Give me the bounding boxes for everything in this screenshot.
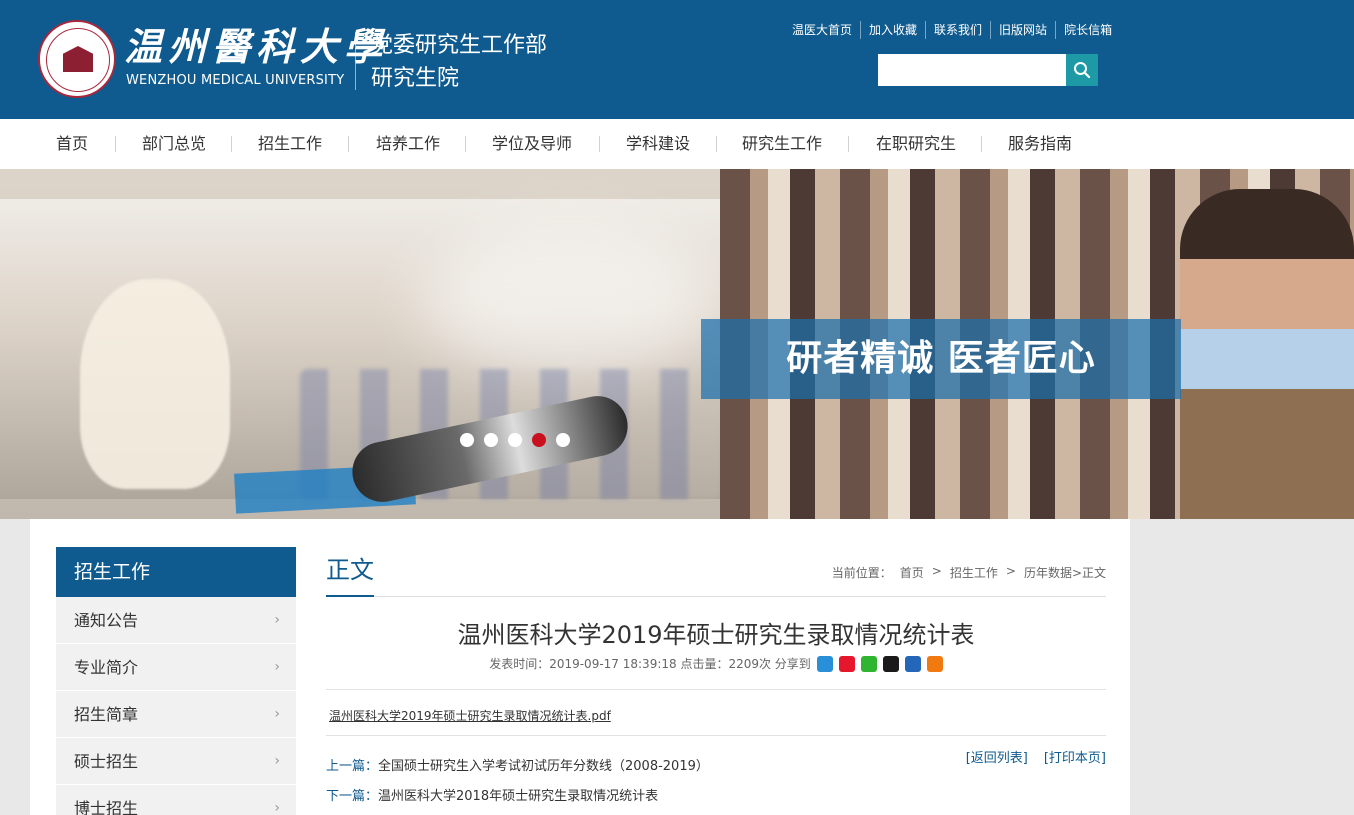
next-article-title[interactable]: 温州医科大学2018年硕士研究生录取情况统计表 xyxy=(378,789,658,804)
nav-home[interactable]: 首页 xyxy=(56,119,88,169)
nav-separator xyxy=(981,136,982,152)
chevron-right-icon: › xyxy=(274,612,280,628)
nav-separator xyxy=(231,136,232,152)
sidebar: 招生工作 通知公告 › 专业简介 › 招生简章 › 硕士招生 › 博士招生 › xyxy=(56,547,296,815)
sidebar-item-label: 博士招生 xyxy=(74,799,139,815)
nav-admissions[interactable]: 招生工作 xyxy=(258,119,322,169)
sidebar-item-doctoral-admissions[interactable]: 博士招生 › xyxy=(56,785,296,815)
slide-dot-2[interactable] xyxy=(484,433,498,447)
top-link-contact[interactable]: 联系我们 xyxy=(925,21,990,39)
sidebar-item-brochure[interactable]: 招生简章 › xyxy=(56,691,296,738)
slide-dot-3[interactable] xyxy=(508,433,522,447)
nav-separator xyxy=(848,136,849,152)
banner-light-glow xyxy=(420,229,720,379)
banner-gloved-hand xyxy=(80,279,230,489)
banner-student-reading xyxy=(1180,189,1354,519)
article-main: 正文 当前位置： 首页 > 招生工作 > 历年数据>正文 温州医科大学2019年… xyxy=(326,547,1106,804)
search-icon xyxy=(1074,62,1091,79)
article-actions: [返回列表] [打印本页] xyxy=(966,747,1106,766)
previous-article-label: 上一篇： xyxy=(326,759,379,774)
more-share-icon[interactable] xyxy=(926,655,943,672)
slide-dot-4[interactable] xyxy=(532,433,546,447)
nav-discipline[interactable]: 学科建设 xyxy=(626,119,690,169)
nav-department-overview[interactable]: 部门总览 xyxy=(142,119,206,169)
sidebar-title: 招生工作 xyxy=(56,547,296,597)
top-link-old-site[interactable]: 旧版网站 xyxy=(990,21,1055,39)
banner-slogan: 研者精诚 医者匠心 xyxy=(701,319,1181,399)
nav-separator xyxy=(599,136,600,152)
next-article[interactable]: 下一篇：温州医科大学2018年硕士研究生录取情况统计表 xyxy=(326,785,658,804)
article-meta: 发表时间：2019-09-17 18:39:18 点击量：2209次 分享到 xyxy=(326,655,1106,672)
search-button[interactable] xyxy=(1066,54,1098,86)
breadcrumb-prefix: 当前位置： xyxy=(831,566,892,580)
back-to-list-link[interactable]: [返回列表] xyxy=(966,747,1028,766)
main-nav: 首页 部门总览 招生工作 培养工作 学位及导师 学科建设 研究生工作 在职研究生… xyxy=(0,119,1354,169)
breadcrumb-separator: > xyxy=(931,564,942,578)
chevron-right-icon: › xyxy=(274,753,280,769)
attachment-pdf-link[interactable]: 温州医科大学2019年硕士研究生录取情况统计表.pdf xyxy=(329,707,611,724)
sidebar-item-label: 招生简章 xyxy=(74,705,139,724)
nav-separator xyxy=(465,136,466,152)
breadcrumb-home[interactable]: 首页 xyxy=(900,564,924,581)
top-link-homepage[interactable]: 温医大首页 xyxy=(784,21,860,39)
sidebar-item-label: 硕士招生 xyxy=(74,752,139,771)
sidebar-item-label: 专业简介 xyxy=(74,658,139,677)
university-name-en: WENZHOU MEDICAL UNIVERSITY xyxy=(126,73,345,88)
sidebar-item-notices[interactable]: 通知公告 › xyxy=(56,597,296,644)
nav-in-service-graduate[interactable]: 在职研究生 xyxy=(876,119,956,169)
divider xyxy=(326,689,1106,690)
nav-separator xyxy=(716,136,717,152)
top-links: 温医大首页 加入收藏 联系我们 旧版网站 院长信箱 xyxy=(784,21,1120,39)
sidebar-item-majors[interactable]: 专业简介 › xyxy=(56,644,296,691)
section-title: 正文 xyxy=(326,555,374,597)
weibo-share-icon[interactable] xyxy=(838,655,855,672)
chevron-right-icon: › xyxy=(274,659,280,675)
slide-dot-5[interactable] xyxy=(556,433,570,447)
breadcrumb-current[interactable]: 历年数据>正文 xyxy=(1024,564,1106,581)
print-page-link[interactable]: [打印本页] xyxy=(1044,747,1106,766)
chevron-right-icon: › xyxy=(274,800,280,815)
university-name-cn[interactable]: 温州醫科大學 xyxy=(124,24,388,70)
top-link-favorite[interactable]: 加入收藏 xyxy=(860,21,925,39)
previous-article[interactable]: 上一篇：全国硕士研究生入学考试初试历年分数线（2008-2019） xyxy=(326,755,709,774)
wechat-share-icon[interactable] xyxy=(860,655,877,672)
slide-indicators xyxy=(460,433,570,447)
department-name-line1: 党委研究生工作部 xyxy=(371,33,548,58)
sidebar-item-master-admissions[interactable]: 硕士招生 › xyxy=(56,738,296,785)
divider xyxy=(326,735,1106,736)
breadcrumb-separator: > xyxy=(1005,564,1016,578)
top-link-president-mailbox[interactable]: 院长信箱 xyxy=(1055,21,1120,39)
nav-training[interactable]: 培养工作 xyxy=(376,119,440,169)
article-title: 温州医科大学2019年硕士研究生录取情况统计表 xyxy=(457,621,975,649)
renren-share-icon[interactable] xyxy=(904,655,921,672)
hero-banner[interactable]: 研者精诚 医者匠心 xyxy=(0,169,1354,519)
site-header: 温州醫科大學 WENZHOU MEDICAL UNIVERSITY 党委研究生工… xyxy=(0,0,1354,119)
section-header: 正文 当前位置： 首页 > 招生工作 > 历年数据>正文 xyxy=(326,547,1106,597)
breadcrumb: 当前位置： 首页 > 招生工作 > 历年数据>正文 xyxy=(832,564,1106,581)
header-divider xyxy=(355,32,356,90)
nav-graduate-work[interactable]: 研究生工作 xyxy=(742,119,822,169)
qzone-share-icon[interactable] xyxy=(816,655,833,672)
sidebar-item-label: 通知公告 xyxy=(74,611,139,630)
department-name-line2: 研究生院 xyxy=(371,66,460,91)
nav-separator xyxy=(115,136,116,152)
nav-separator xyxy=(348,136,349,152)
previous-article-title[interactable]: 全国硕士研究生入学考试初试历年分数线（2008-2019） xyxy=(378,759,709,774)
breadcrumb-admissions[interactable]: 招生工作 xyxy=(950,564,998,581)
chevron-right-icon: › xyxy=(274,706,280,722)
search-input[interactable] xyxy=(878,54,1066,86)
article-meta-text: 发表时间：2019-09-17 18:39:18 点击量：2209次 分享到 xyxy=(489,657,811,671)
qq-share-icon[interactable] xyxy=(882,655,899,672)
next-article-label: 下一篇： xyxy=(326,789,379,804)
nav-degrees-supervisors[interactable]: 学位及导师 xyxy=(492,119,572,169)
slide-dot-1[interactable] xyxy=(460,433,474,447)
university-seal-logo[interactable] xyxy=(38,20,116,98)
nav-service-guide[interactable]: 服务指南 xyxy=(1008,119,1072,169)
